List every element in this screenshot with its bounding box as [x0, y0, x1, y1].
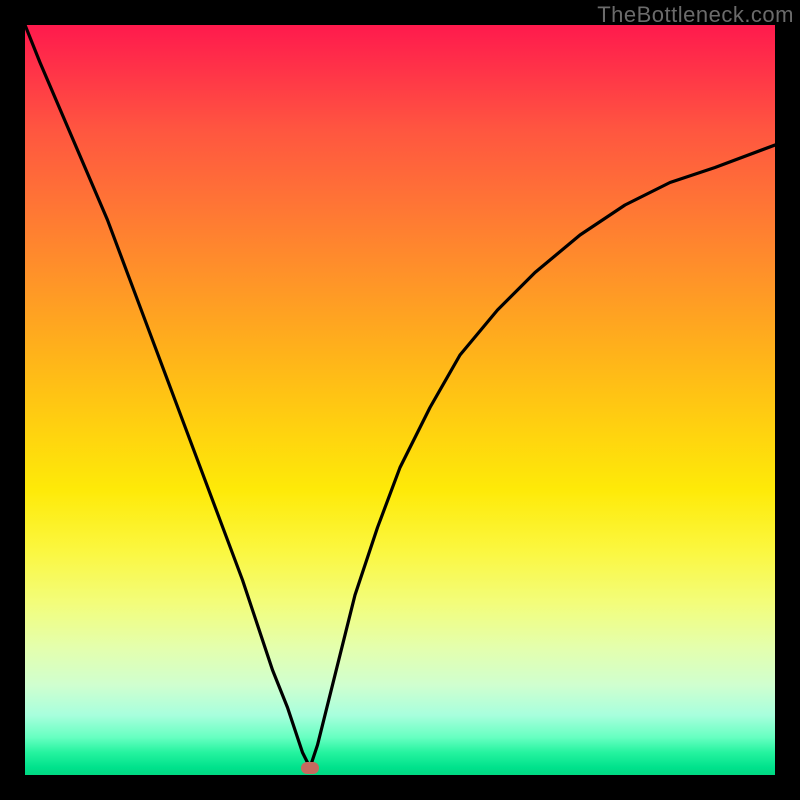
plot-area	[25, 25, 775, 775]
minimum-marker	[301, 762, 319, 774]
watermark-text: TheBottleneck.com	[597, 2, 794, 28]
chart-frame: TheBottleneck.com	[0, 0, 800, 800]
bottleneck-curve	[25, 25, 775, 775]
curve-left-branch	[25, 25, 310, 768]
curve-right-branch	[310, 145, 775, 768]
